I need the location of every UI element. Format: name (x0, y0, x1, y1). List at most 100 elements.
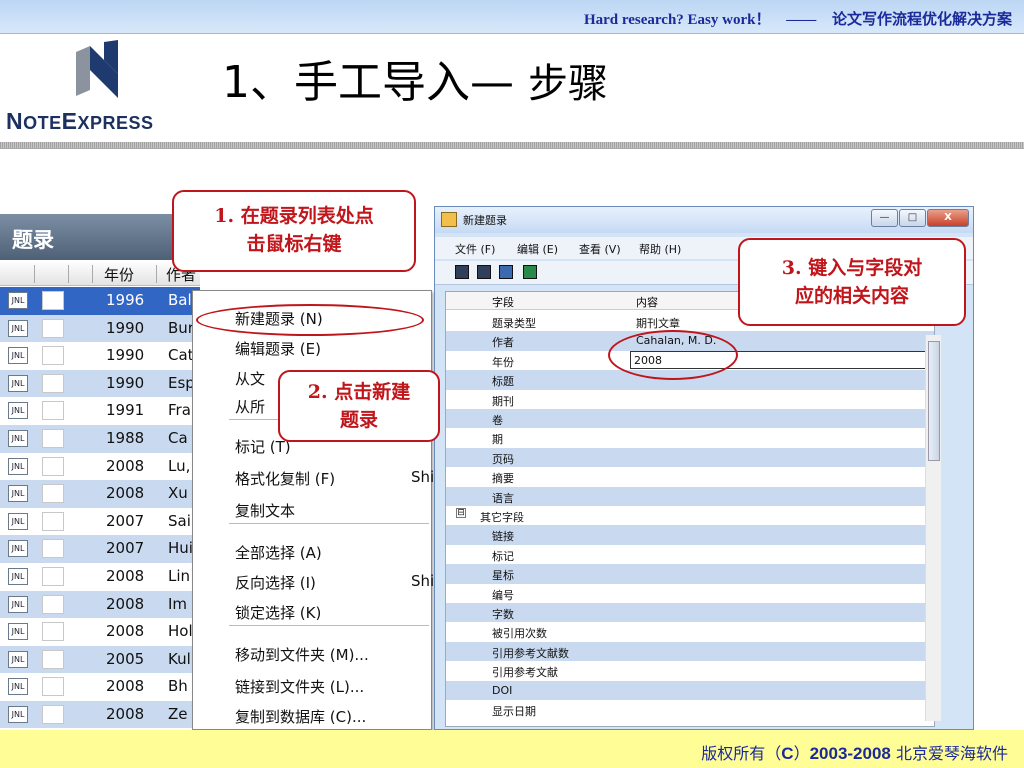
table-row[interactable]: JNL 2008 Ze (0, 700, 200, 728)
table-row[interactable]: JNL 1988 Ca (0, 424, 200, 453)
row-checkbox[interactable] (42, 622, 64, 642)
column-divider[interactable] (34, 265, 35, 283)
field-row[interactable]: 期刊 (446, 390, 934, 409)
row-checkbox[interactable] (42, 704, 64, 724)
dialog-title: 新建题录 (463, 214, 507, 227)
row-checkbox[interactable] (42, 677, 64, 697)
row-author: Hui (168, 539, 193, 558)
row-year: 2008 (106, 594, 145, 613)
logo-letters-ote: OTE (23, 113, 62, 133)
table-row[interactable]: JNL 2005 Kul (0, 645, 200, 674)
row-year: 1990 (106, 373, 145, 392)
context-menu-item[interactable]: 全部选择 (A) (193, 537, 431, 565)
field-row[interactable]: DOI (446, 680, 934, 700)
collapse-toggle-icon[interactable]: ⊟ (456, 508, 466, 518)
row-year: 2007 (106, 539, 145, 558)
menu-help[interactable]: 帮助 (H) (639, 241, 681, 257)
row-checkbox[interactable] (42, 484, 64, 504)
row-checkbox[interactable] (42, 318, 64, 338)
field-row[interactable]: 引用参考文献数 (446, 641, 934, 662)
row-checkbox[interactable] (42, 539, 64, 559)
table-row[interactable]: JNL 2008 Im (0, 590, 200, 619)
row-author: Ze (168, 704, 188, 723)
menu-file[interactable]: 文件 (F) (455, 241, 495, 257)
menu-view[interactable]: 查看 (V) (579, 241, 621, 257)
save-icon[interactable] (455, 265, 469, 279)
field-row[interactable]: 页码 (446, 447, 934, 468)
dialog-titlebar[interactable]: 新建题录 — □ X (435, 207, 973, 233)
field-row[interactable]: 期 (446, 428, 934, 447)
context-menu-item[interactable]: 锁定选择 (K) (193, 597, 431, 625)
journal-icon: JNL (8, 485, 28, 503)
new-record-icon (441, 212, 457, 227)
scrollbar-thumb[interactable] (928, 341, 940, 461)
field-row[interactable]: 星标 (446, 564, 934, 584)
row-checkbox[interactable] (42, 373, 64, 393)
table-row[interactable]: JNL 2007 Sai (0, 508, 200, 536)
field-row[interactable]: 语言 (446, 486, 934, 506)
table-row[interactable]: JNL 2008 Hol (0, 618, 200, 646)
minimize-button[interactable]: — (871, 209, 898, 227)
field-name: 期刊 (492, 394, 514, 408)
highlight-ellipse-input (608, 330, 738, 380)
row-year: 2008 (106, 484, 145, 503)
value-column-header[interactable]: 内容 (636, 294, 658, 310)
table-row[interactable]: JNL 1990 Esp (0, 369, 200, 398)
field-row[interactable]: 卷 (446, 409, 934, 429)
row-checkbox[interactable] (42, 456, 64, 476)
table-row[interactable]: JNL 2008 Lin (0, 563, 200, 591)
close-button[interactable]: X (927, 209, 969, 227)
row-author: Fra (168, 401, 191, 420)
field-row[interactable]: 摘要 (446, 467, 934, 486)
field-row[interactable]: 显示日期 (446, 700, 934, 719)
context-menu-item[interactable]: 反向选择 (I) Shi (193, 567, 434, 595)
column-header-year[interactable]: 年份 (104, 264, 134, 285)
table-row[interactable]: JNL 2008 Xu (0, 480, 200, 508)
table-row[interactable]: JNL 1990 Bur (0, 314, 200, 343)
row-checkbox[interactable] (42, 511, 64, 531)
table-row[interactable]: JNL 1991 Fra (0, 397, 200, 425)
table-row[interactable]: JNL 1990 Cat (0, 342, 200, 370)
field-row[interactable]: 标记 (446, 545, 934, 564)
column-divider[interactable] (92, 265, 93, 283)
table-row[interactable]: JNL 2007 Hui (0, 535, 200, 563)
field-column-header[interactable]: 字段 (492, 294, 514, 310)
column-divider[interactable] (156, 265, 157, 283)
row-checkbox[interactable] (42, 566, 64, 586)
journal-icon: JNL (8, 402, 28, 420)
row-checkbox[interactable] (42, 594, 64, 614)
context-menu-item[interactable]: 格式化复制 (F) Shi (193, 463, 434, 491)
field-row[interactable]: 编号 (446, 584, 934, 603)
maximize-button[interactable]: □ (899, 209, 926, 227)
context-menu-item[interactable]: 编辑题录 (E) (193, 333, 431, 361)
row-year: 2008 (106, 677, 145, 696)
exit-icon[interactable] (523, 265, 537, 279)
row-checkbox[interactable] (42, 291, 64, 310)
menu-edit[interactable]: 编辑 (E) (517, 241, 558, 257)
field-row[interactable]: 链接 (446, 525, 934, 545)
field-row[interactable]: 引用参考文献 (446, 661, 934, 680)
table-row[interactable]: JNL 1996 Bal (0, 287, 200, 315)
menu-item-label: 编辑题录 (E) (235, 340, 321, 358)
row-year: 1988 (106, 428, 145, 447)
field-row[interactable]: 字数 (446, 603, 934, 623)
table-row[interactable]: JNL 2008 Bh (0, 673, 200, 701)
row-checkbox[interactable] (42, 401, 64, 421)
context-menu-item[interactable]: 移动到文件夹 (M)... (193, 639, 431, 667)
table-row[interactable]: JNL 2008 Lu, (0, 453, 200, 481)
context-menu-item[interactable]: 复制到数据库 (C)... (193, 701, 431, 729)
column-divider[interactable] (68, 265, 69, 283)
record-list: JNL 1996 Bal JNL 1990 Bur JNL 1990 Cat JNL 1990 Esp… (0, 287, 200, 728)
insert-field-icon[interactable] (499, 265, 513, 279)
menu-separator (229, 625, 429, 626)
row-checkbox[interactable] (42, 428, 64, 448)
field-row[interactable]: 被引用次数 (446, 622, 934, 641)
save-copy-icon[interactable] (477, 265, 491, 279)
context-menu-item[interactable]: 链接到文件夹 (L)... (193, 671, 431, 699)
vertical-scrollbar[interactable] (925, 335, 941, 721)
row-checkbox[interactable] (42, 346, 64, 366)
context-menu-item[interactable]: 复制文本 (193, 495, 431, 523)
title-main: 1、手工导入— (222, 57, 514, 108)
field-group-row[interactable]: ⊟ 其它字段 (446, 506, 934, 525)
row-checkbox[interactable] (42, 649, 64, 669)
